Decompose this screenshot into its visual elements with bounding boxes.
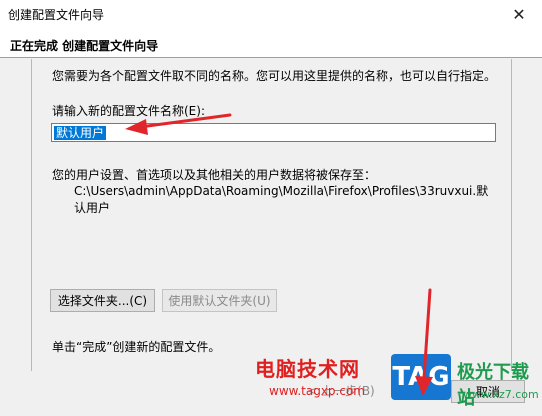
save-location-label: 您的用户设置、首选项以及其他相关的用户数据将被保存至： (52, 168, 377, 182)
wizard-header: 正在完成 创建配置文件向导 (0, 29, 542, 58)
window-title: 创建配置文件向导 (8, 8, 105, 22)
profile-name-input[interactable]: 默认用户 (51, 123, 496, 142)
intro-text: 您需要为各个配置文件取不同的名称。您可以用这里提供的名称，也可以自行指定。 (52, 69, 497, 83)
title-bar: 创建配置文件向导 ✕ (0, 0, 542, 29)
profile-name-label: 请输入新的配置文件名称(E): (52, 104, 205, 118)
choose-folder-button[interactable]: 选择文件夹...(C) (50, 289, 155, 312)
watermark-download: 极光下载站 (457, 362, 529, 409)
close-icon[interactable]: ✕ (496, 0, 542, 29)
finish-note: 单击“完成”创建新的配置文件。 (52, 340, 221, 354)
watermark-site-name: 电脑技术网 (255, 357, 360, 381)
watermark: 电脑技术网 www.tagxp.com TAG 极光下载站 www.xz7.co… (245, 350, 542, 416)
header-divider (0, 57, 542, 58)
save-path-text: C:\Users\admin\AppData\Roaming\Mozilla\F… (74, 184, 489, 215)
use-default-folder-button[interactable]: 使用默认文件夹(U) (162, 289, 277, 312)
watermark-xz-url: www.xz7.com (463, 388, 539, 401)
watermark-url: www.tagxp.com (269, 384, 365, 398)
content-panel: 您需要为各个配置文件取不同的名称。您可以用这里提供的名称，也可以自行指定。 请输… (31, 59, 512, 371)
wizard-heading: 正在完成 创建配置文件向导 (10, 39, 159, 53)
profile-name-value: 默认用户 (54, 126, 107, 140)
watermark-tag-logo: TAG (391, 354, 451, 400)
